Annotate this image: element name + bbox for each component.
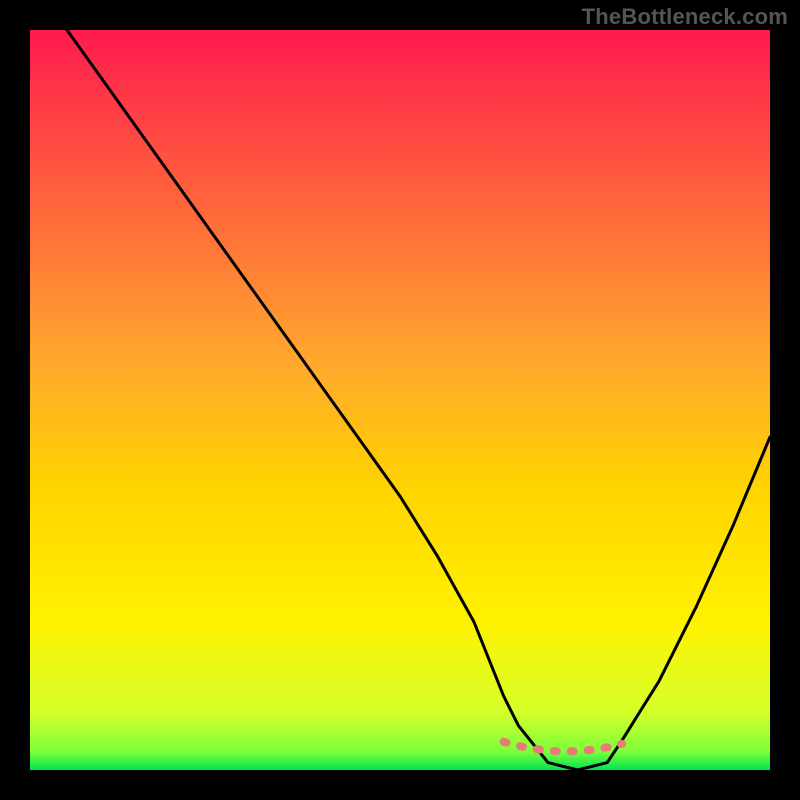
watermark-text: TheBottleneck.com <box>582 4 788 30</box>
plot-area <box>30 30 770 770</box>
gradient-background <box>30 30 770 770</box>
bottleneck-chart <box>0 0 800 800</box>
chart-container: TheBottleneck.com <box>0 0 800 800</box>
